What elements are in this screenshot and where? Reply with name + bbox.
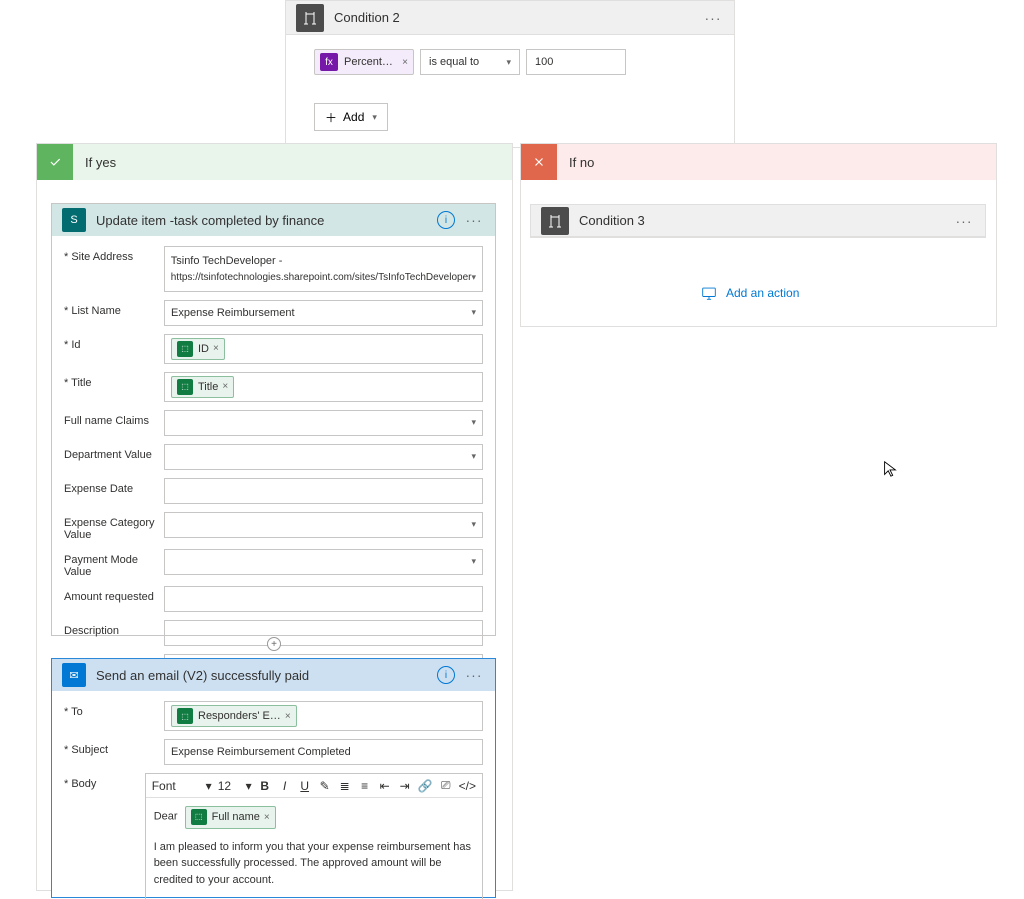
code-view-button[interactable]: </> <box>459 779 476 793</box>
condition-2-title: Condition 2 <box>334 10 702 25</box>
site-address-input[interactable]: Tsinfo TechDeveloper - https://tsinfotec… <box>164 246 483 292</box>
mouse-cursor <box>882 460 898 481</box>
condition-3-menu[interactable]: ··· <box>953 213 975 229</box>
outlook-icon: ✉ <box>62 663 86 687</box>
remove-token-icon[interactable]: × <box>264 810 270 825</box>
info-icon[interactable]: i <box>437 211 455 229</box>
indent-button[interactable]: ⇥ <box>398 779 412 793</box>
condition-add-button[interactable]: ＋ Add ▾ <box>314 103 388 131</box>
remove-token-icon[interactable]: × <box>402 57 408 68</box>
close-icon <box>521 144 557 180</box>
bullet-list-button[interactable]: ≣ <box>338 779 352 793</box>
fx-icon: fx <box>320 53 338 71</box>
if-no-header: If no <box>521 144 996 180</box>
title-token[interactable]: ⬚Title× <box>171 376 234 398</box>
sharepoint-icon: S <box>62 208 86 232</box>
condition-2-menu[interactable]: ··· <box>702 10 724 26</box>
chevron-down-icon: ▾ <box>506 57 511 68</box>
add-step-between[interactable]: + ⌄ <box>264 636 284 656</box>
list-name-input[interactable]: Expense Reimbursement ▾ <box>164 300 483 326</box>
condition-right-value[interactable]: 100 <box>526 49 626 75</box>
condition-3-card[interactable]: Condition 3 ··· <box>530 204 986 238</box>
update-item-menu[interactable]: ··· <box>463 212 485 228</box>
email-to-input[interactable]: ⬚Responders' E…× <box>164 701 483 731</box>
clear-format-button[interactable]: ⎚ <box>439 778 453 793</box>
outdent-button[interactable]: ⇤ <box>378 779 392 793</box>
token-icon: ⬚ <box>177 379 193 395</box>
id-input[interactable]: ⬚ID× <box>164 334 483 364</box>
id-token[interactable]: ⬚ID× <box>171 338 225 360</box>
email-body-toolbar: Font▾ 12▾ B I U ✎ ≣ ≡ ⇤ ⇥ 🔗 ⎚ < <box>146 774 482 798</box>
responders-email-token[interactable]: ⬚Responders' E…× <box>171 705 297 727</box>
underline-button[interactable]: U <box>298 779 312 793</box>
email-body-content[interactable]: Dear ⬚Full name× I am pleased to inform … <box>146 798 482 899</box>
condition-icon <box>296 4 324 32</box>
number-list-button[interactable]: ≡ <box>358 779 372 793</box>
expense-date-input[interactable] <box>164 478 483 504</box>
link-button[interactable]: 🔗 <box>418 779 433 793</box>
condition-2-header[interactable]: Condition 2 ··· <box>286 1 734 35</box>
add-action-icon <box>700 286 718 300</box>
title-input[interactable]: ⬚Title× <box>164 372 483 402</box>
token-icon: ⬚ <box>177 708 193 724</box>
condition-icon <box>541 207 569 235</box>
full-name-input[interactable]: ▾ <box>164 410 483 436</box>
token-icon: ⬚ <box>177 341 193 357</box>
condition-2-card: Condition 2 ··· fx Percenta… × is equal … <box>285 0 735 148</box>
font-select[interactable]: Font▾ <box>152 779 212 793</box>
update-item-card: S Update item -task completed by finance… <box>51 203 496 636</box>
amount-input[interactable] <box>164 586 483 612</box>
full-name-token[interactable]: ⬚Full name× <box>185 806 276 829</box>
department-input[interactable]: ▾ <box>164 444 483 470</box>
font-size-select[interactable]: 12▾ <box>218 779 252 793</box>
update-item-header[interactable]: S Update item -task completed by finance… <box>52 204 495 236</box>
info-icon[interactable]: i <box>437 666 455 684</box>
send-email-header[interactable]: ✉ Send an email (V2) successfully paid i… <box>52 659 495 691</box>
plus-icon: ＋ <box>325 109 337 126</box>
payment-mode-input[interactable]: ▾ <box>164 549 483 575</box>
condition-3-title: Condition 3 <box>579 213 953 228</box>
condition-left-operand[interactable]: fx Percenta… × <box>314 49 414 75</box>
send-email-card: ✉ Send an email (V2) successfully paid i… <box>51 658 496 898</box>
email-body-editor: Font▾ 12▾ B I U ✎ ≣ ≡ ⇤ ⇥ 🔗 ⎚ < <box>145 773 483 899</box>
remove-token-icon[interactable]: × <box>222 381 228 392</box>
bold-button[interactable]: B <box>258 779 272 793</box>
email-subject-input[interactable]: Expense Reimbursement Completed <box>164 739 483 765</box>
chevron-down-icon: ▾ <box>471 271 476 285</box>
send-email-menu[interactable]: ··· <box>463 667 485 683</box>
remove-token-icon[interactable]: × <box>213 343 219 354</box>
chevron-down-icon: ▾ <box>372 112 377 123</box>
chevron-down-icon: ▾ <box>471 307 476 318</box>
remove-token-icon[interactable]: × <box>285 711 291 722</box>
add-action-link[interactable]: Add an action <box>700 286 799 300</box>
check-icon <box>37 144 73 180</box>
token-icon: ⬚ <box>191 809 207 825</box>
if-yes-header: If yes <box>37 144 512 180</box>
expense-category-input[interactable]: ▾ <box>164 512 483 538</box>
condition-operator-dropdown[interactable]: is equal to ▾ <box>420 49 520 75</box>
color-button[interactable]: ✎ <box>318 779 332 793</box>
italic-button[interactable]: I <box>278 779 292 793</box>
description-input[interactable] <box>164 620 483 646</box>
